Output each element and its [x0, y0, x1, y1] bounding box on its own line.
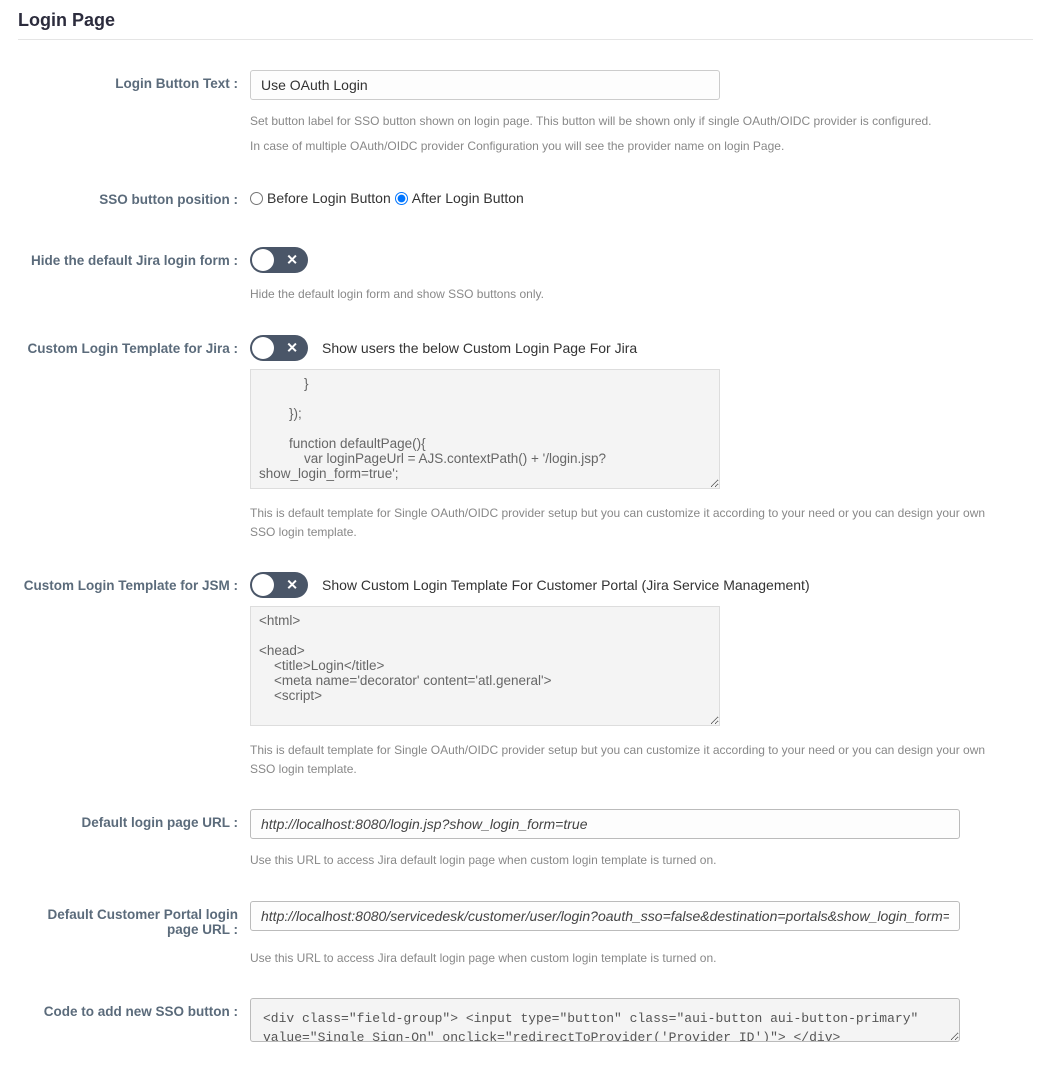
- custom-jsm-code-textarea[interactable]: [250, 606, 720, 726]
- default-login-url-help: Use this URL to access Jira default logi…: [250, 851, 990, 870]
- custom-jira-label: Custom Login Template for Jira :: [18, 335, 250, 356]
- close-icon: ✕: [286, 339, 298, 356]
- default-login-url-label: Default login page URL :: [18, 809, 250, 830]
- sso-code-textarea[interactable]: [250, 998, 960, 1042]
- login-button-text-help2: In case of multiple OAuth/OIDC provider …: [250, 137, 990, 156]
- login-button-text-input[interactable]: [250, 70, 720, 100]
- default-login-url-input[interactable]: [250, 809, 960, 839]
- page-title: Login Page: [18, 10, 1033, 40]
- sso-code-label: Code to add new SSO button :: [18, 998, 250, 1019]
- sso-position-after-label[interactable]: After Login Button: [412, 190, 524, 206]
- sso-position-label: SSO button position :: [18, 186, 250, 207]
- default-portal-url-help: Use this URL to access Jira default logi…: [250, 949, 990, 968]
- custom-jira-help: This is default template for Single OAut…: [250, 504, 990, 542]
- login-button-text-label: Login Button Text :: [18, 70, 250, 91]
- custom-jsm-label: Custom Login Template for JSM :: [18, 572, 250, 593]
- custom-jira-toggle[interactable]: ✕: [250, 335, 308, 361]
- default-portal-url-input[interactable]: [250, 901, 960, 931]
- hide-default-toggle[interactable]: ✕: [250, 247, 308, 273]
- hide-default-label: Hide the default Jira login form :: [18, 247, 250, 268]
- close-icon: ✕: [286, 252, 298, 269]
- custom-jira-code-textarea[interactable]: [250, 369, 720, 489]
- custom-jsm-help: This is default template for Single OAut…: [250, 741, 990, 779]
- sso-position-after-radio[interactable]: [395, 192, 408, 205]
- login-button-text-help1: Set button label for SSO button shown on…: [250, 112, 990, 131]
- close-icon: ✕: [286, 576, 298, 593]
- sso-position-before-radio[interactable]: [250, 192, 263, 205]
- custom-jira-toggle-label: Show users the below Custom Login Page F…: [322, 340, 637, 356]
- hide-default-help: Hide the default login form and show SSO…: [250, 285, 990, 304]
- custom-jsm-toggle[interactable]: ✕: [250, 572, 308, 598]
- sso-position-before-label[interactable]: Before Login Button: [267, 190, 391, 206]
- custom-jsm-toggle-label: Show Custom Login Template For Customer …: [322, 577, 810, 593]
